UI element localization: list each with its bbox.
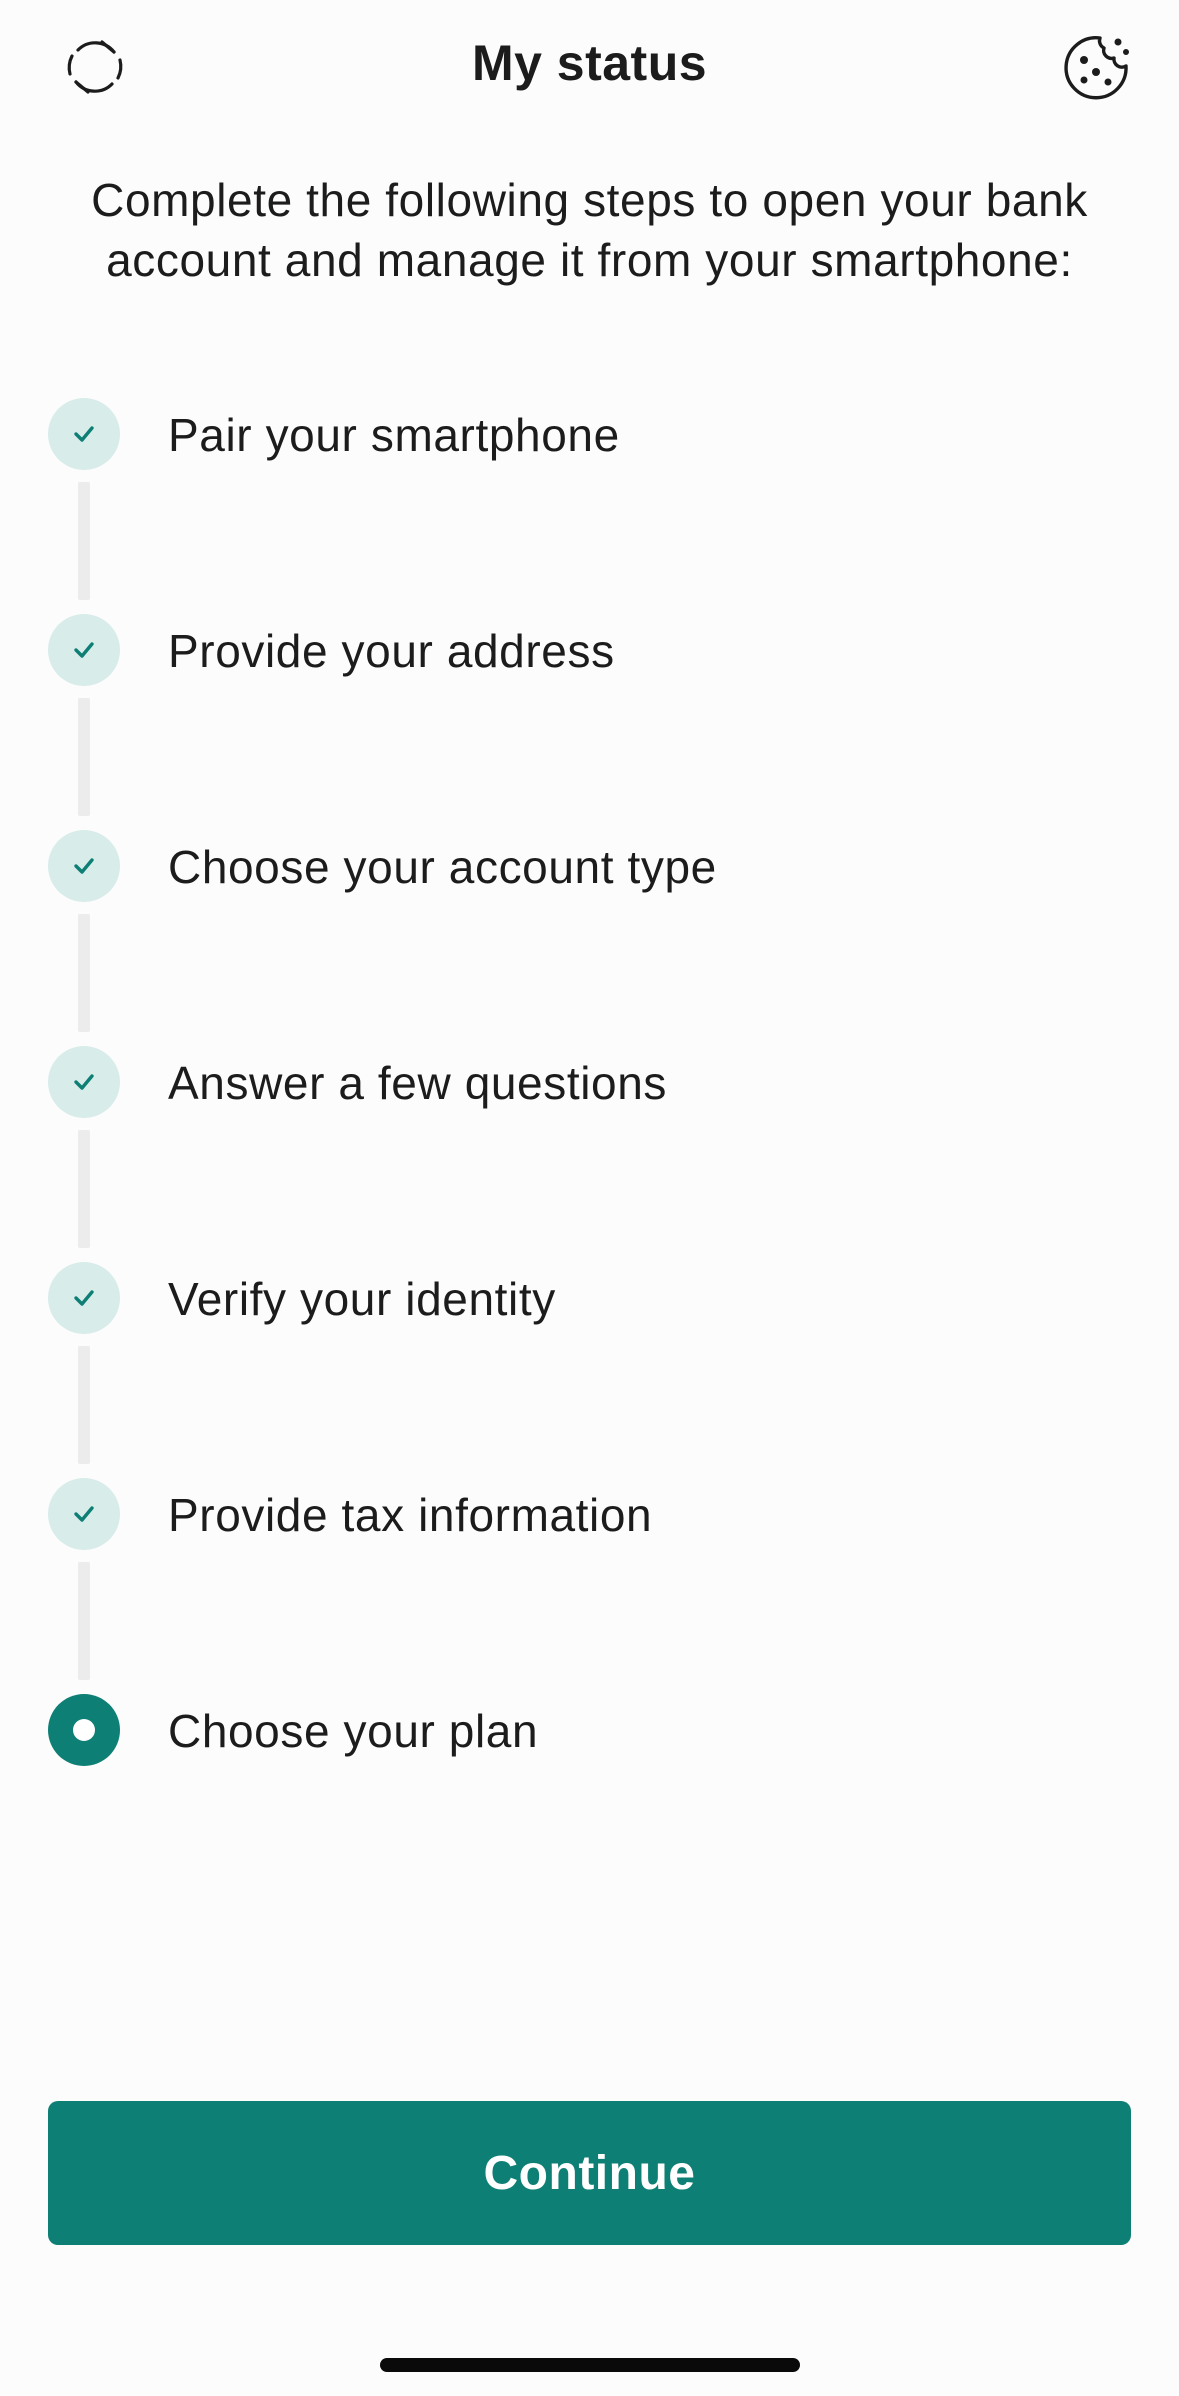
home-indicator[interactable] [380,2358,800,2372]
page-title: My status [471,35,708,91]
step-item-current: Choose your plan [0,1694,1179,1774]
step-complete-marker [48,830,120,902]
step-label: Provide your address [168,625,615,677]
intro-text: Complete the following steps to open you… [91,174,1088,286]
step-label: Provide tax information [168,1489,653,1541]
step-connector [78,1346,90,1464]
cookie-icon [1064,36,1129,100]
cookie-settings-button[interactable] [1052,22,1142,112]
step-item: Provide your address [0,614,1179,694]
step-item: Verify your identity [0,1262,1179,1342]
step-label: Choose your account type [168,841,717,893]
header: My status [0,0,1179,140]
step-label: Choose your plan [168,1705,539,1757]
step-label: Verify your identity [168,1273,556,1325]
check-icon [74,858,94,874]
step-item: Pair your smartphone [0,398,1179,478]
check-icon [74,642,94,658]
step-item: Provide tax information [0,1478,1179,1558]
step-connector [78,698,90,816]
step-connector [78,1562,90,1680]
check-icon [74,1506,94,1522]
step-label: Pair your smartphone [168,409,620,461]
continue-button[interactable]: Continue [48,2101,1131,2245]
step-connector [78,914,90,1032]
current-dot-icon [73,1719,95,1741]
step-connector [78,1130,90,1248]
step-complete-marker [48,1046,120,1118]
step-complete-marker [48,614,120,686]
check-icon [74,1290,94,1306]
step-complete-marker [48,398,120,470]
step-complete-marker [48,1478,120,1550]
step-current-marker [48,1694,120,1766]
step-item: Answer a few questions [0,1046,1179,1126]
step-complete-marker [48,1262,120,1334]
step-item: Choose your account type [0,830,1179,910]
step-connector [78,482,90,600]
check-icon [74,1074,94,1090]
step-label: Answer a few questions [168,1057,668,1109]
status-screen: My status Complete the following steps t… [0,0,1179,2396]
check-icon [74,426,94,442]
